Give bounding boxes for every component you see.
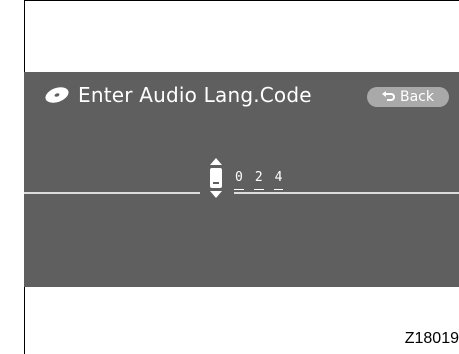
figure-code: Z18019 <box>404 330 459 347</box>
code-digit: 2 <box>253 170 264 190</box>
down-arrow-icon <box>210 191 222 198</box>
back-button[interactable]: Back <box>367 87 449 107</box>
input-line-right <box>234 192 459 194</box>
code-digit: 4 <box>273 170 284 190</box>
input-line-left <box>24 192 200 194</box>
return-arrow-icon <box>382 91 395 101</box>
up-arrow-icon <box>210 158 222 165</box>
screen-title: Enter Audio Lang.Code <box>78 83 312 107</box>
back-button-label: Back <box>400 89 434 105</box>
header: Enter Audio Lang.Code <box>44 80 312 110</box>
language-code-input[interactable]: 0 2 4 <box>234 170 284 190</box>
disc-icon <box>45 87 69 103</box>
up-down-stepper-icon[interactable] <box>206 158 226 200</box>
audio-lang-code-screen: Enter Audio Lang.Code Back 0 2 4 <box>24 72 459 287</box>
code-digit: 0 <box>234 170 244 190</box>
stepper-body <box>210 168 222 188</box>
